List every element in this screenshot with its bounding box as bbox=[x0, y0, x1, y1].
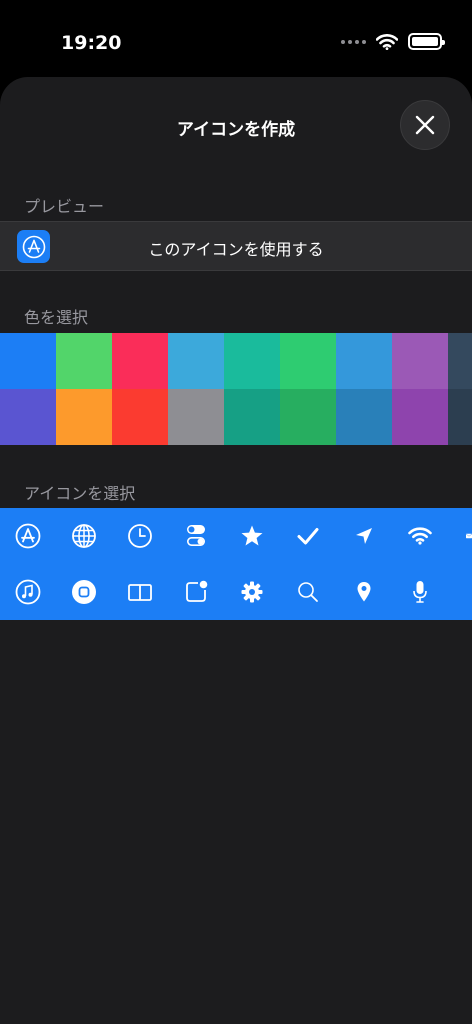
icon-option-book[interactable] bbox=[112, 564, 168, 620]
status-icons bbox=[341, 33, 445, 50]
badge-square-icon bbox=[186, 580, 208, 602]
checkmark-icon bbox=[297, 528, 319, 545]
color-swatch[interactable] bbox=[224, 389, 280, 445]
envelope-icon bbox=[466, 533, 472, 539]
color-swatch[interactable] bbox=[112, 389, 168, 445]
icon-option-microphone[interactable] bbox=[392, 564, 448, 620]
clock-icon bbox=[128, 524, 152, 548]
close-icon bbox=[415, 115, 435, 135]
color-swatch[interactable] bbox=[336, 389, 392, 445]
icon-option-gear[interactable] bbox=[224, 564, 280, 620]
gear-icon bbox=[241, 581, 263, 603]
icon-option-music-note[interactable] bbox=[0, 564, 56, 620]
color-swatch[interactable] bbox=[336, 333, 392, 389]
icon-option-location-arrow[interactable] bbox=[336, 508, 392, 564]
map-pin-icon bbox=[357, 582, 371, 602]
color-swatch[interactable] bbox=[448, 389, 472, 445]
icon-section-header: アイコンを選択 bbox=[24, 484, 136, 503]
app-store-icon bbox=[15, 523, 41, 549]
magnifier-icon bbox=[298, 582, 318, 602]
color-swatch[interactable] bbox=[392, 333, 448, 389]
color-swatch[interactable] bbox=[0, 389, 56, 445]
use-this-icon-label: このアイコンを使用する bbox=[148, 240, 324, 259]
signal-dots-icon bbox=[341, 39, 366, 44]
status-bar: 19:20 bbox=[0, 0, 472, 76]
create-icon-sheet: アイコンを作成 プレビュー このアイコンを使用する 色を選択 アイコンを選択 bbox=[0, 77, 472, 1024]
battery-icon bbox=[408, 33, 445, 50]
close-button[interactable] bbox=[400, 100, 450, 150]
icon-option-globe[interactable] bbox=[56, 508, 112, 564]
color-swatch[interactable] bbox=[168, 333, 224, 389]
icon-selection-grid bbox=[0, 508, 472, 620]
globe-icon bbox=[72, 524, 96, 548]
color-swatch[interactable] bbox=[392, 389, 448, 445]
color-swatch[interactable] bbox=[224, 333, 280, 389]
toggles-icon bbox=[186, 525, 205, 547]
use-this-icon-row[interactable]: このアイコンを使用する bbox=[0, 221, 472, 271]
color-swatch[interactable] bbox=[448, 333, 472, 389]
color-swatch[interactable] bbox=[56, 389, 112, 445]
icon-option-wifi[interactable] bbox=[392, 508, 448, 564]
color-swatch-grid bbox=[0, 333, 472, 445]
color-swatch[interactable] bbox=[0, 333, 56, 389]
icon-option-checkmark[interactable] bbox=[280, 508, 336, 564]
star-icon bbox=[241, 525, 263, 546]
preview-section-header: プレビュー bbox=[24, 197, 105, 216]
microphone-icon bbox=[413, 581, 427, 603]
icon-option-magnifier[interactable] bbox=[280, 564, 336, 620]
icon-option-toggles[interactable] bbox=[168, 508, 224, 564]
color-swatch[interactable] bbox=[280, 333, 336, 389]
icon-option-app-store[interactable] bbox=[0, 508, 56, 564]
color-swatch[interactable] bbox=[168, 389, 224, 445]
color-section-header: 色を選択 bbox=[24, 308, 89, 327]
icon-option-envelope[interactable] bbox=[448, 508, 472, 564]
wifi-status-icon bbox=[376, 33, 398, 50]
color-swatch[interactable] bbox=[112, 333, 168, 389]
icon-option-star[interactable] bbox=[224, 508, 280, 564]
music-note-icon bbox=[15, 579, 41, 605]
color-swatch[interactable] bbox=[280, 389, 336, 445]
icon-option-badge-square[interactable] bbox=[168, 564, 224, 620]
icon-option-map-pin[interactable] bbox=[336, 564, 392, 620]
book-icon bbox=[128, 584, 152, 601]
icon-option-clock[interactable] bbox=[112, 508, 168, 564]
wifi-icon bbox=[408, 527, 432, 545]
location-arrow-icon bbox=[356, 528, 372, 544]
color-swatch[interactable] bbox=[56, 333, 112, 389]
icon-option-home-button[interactable] bbox=[56, 564, 112, 620]
home-button-icon bbox=[72, 580, 96, 604]
status-time: 19:20 bbox=[61, 32, 122, 54]
